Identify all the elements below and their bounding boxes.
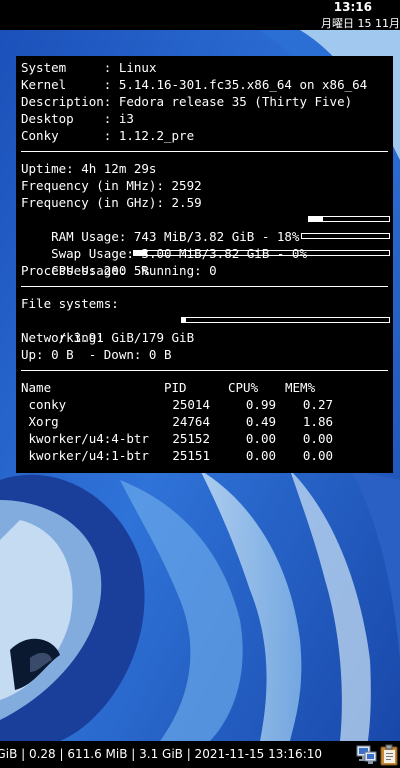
process-pid: 25014 — [172, 397, 210, 412]
frequency-mhz-row: Frequency (in MHz): 2592 — [21, 178, 202, 193]
uptime-row: Uptime: 4h 12m 29s — [21, 161, 157, 176]
process-cpu: 0.49 — [245, 414, 276, 429]
frequency-ghz-row: Frequency (in GHz): 2.59 — [21, 195, 202, 210]
cpu-usage-bar — [133, 250, 390, 256]
header-mem: MEM% — [285, 380, 316, 395]
clock-date: 月曜日 15 11月 — [321, 17, 400, 30]
kernel-value: 5.14.16-301.fc35.x86_64 on x86_64 — [118, 77, 368, 92]
ram-usage-bar — [308, 216, 390, 222]
status-bar: 3.6 GiB | 0.28 | 611.6 MiB | 3.1 GiB | 2… — [0, 741, 400, 768]
desktop-row: Desktop : i3 — [21, 110, 393, 127]
kernel-key: Kernel : — [21, 77, 119, 92]
divider — [21, 370, 388, 371]
process-pid: 25152 — [172, 431, 210, 446]
cpu-usage-row: CPU Usage: 5% — [21, 245, 393, 278]
description-value: Fedora release 35 (Thirty Five) — [118, 94, 353, 109]
description-row: Description: Fedora release 35 (Thirty F… — [21, 93, 393, 110]
filesystem-root-row: / 3.91 GiB/179 GiB — [21, 312, 393, 345]
top-bar: 13:16 月曜日 15 11月 — [0, 0, 400, 30]
filesystem-root-fill — [182, 318, 187, 322]
header-cpu: CPU% — [228, 380, 259, 395]
system-tray — [354, 744, 400, 766]
conky-version-key: Conky : — [21, 128, 119, 143]
conky-version-row: Conky : 1.12.2_pre — [21, 127, 393, 144]
system-value: Linux — [118, 60, 157, 75]
clipboard-icon[interactable] — [378, 744, 400, 766]
desktop-value: i3 — [118, 111, 134, 126]
processes-row: Processes: 200 Running: 0 — [21, 263, 217, 278]
ram-usage-fill — [309, 217, 324, 221]
process-row: kworker/u4:4-btr 25152 0.00 0.00 — [21, 430, 393, 447]
process-cpu: 0.00 — [245, 431, 276, 446]
process-pid: 24764 — [172, 414, 210, 429]
process-name: Xorg — [21, 414, 59, 429]
process-mem: 0.00 — [302, 431, 333, 446]
swap-usage-row: Swap Usage: 3.00 MiB/3.82 GiB - 0% — [21, 228, 393, 261]
kernel-row: Kernel : 5.14.16-301.fc35.x86_64 on x86_… — [21, 76, 393, 93]
description-key: Description: — [21, 94, 119, 109]
system-row: System : Linux — [21, 59, 393, 76]
divider — [21, 151, 388, 152]
divider — [21, 286, 388, 287]
process-cpu: 0.99 — [245, 397, 276, 412]
network-speed-row: Up: 0 B - Down: 0 B — [21, 347, 172, 362]
filesystem-root-bar — [181, 317, 390, 323]
process-name: kworker/u4:1-btr — [21, 448, 149, 463]
process-row: conky 25014 0.99 0.27 — [21, 396, 393, 413]
process-mem: 1.86 — [302, 414, 333, 429]
system-key: System : — [21, 60, 119, 75]
process-cpu: 0.00 — [245, 448, 276, 463]
process-mem: 0.00 — [302, 448, 333, 463]
process-name: kworker/u4:4-btr — [21, 431, 149, 446]
desktop-key: Desktop : — [21, 111, 119, 126]
file-systems-title: File systems: — [21, 296, 119, 311]
network-icon[interactable] — [356, 744, 378, 766]
ram-usage-row: RAM Usage: 743 MiB/3.82 GiB - 18% — [21, 211, 393, 244]
process-row: kworker/u4:1-btr 25151 0.00 0.00 — [21, 447, 393, 464]
process-name: conky — [21, 397, 67, 412]
clock-time: 13:16 — [333, 0, 372, 14]
header-name: Name — [21, 380, 52, 395]
status-bar-text: 3.6 GiB | 0.28 | 611.6 MiB | 3.1 GiB | 2… — [0, 747, 322, 761]
conky-version-value: 1.12.2_pre — [118, 128, 195, 143]
cpu-usage-fill — [134, 251, 147, 255]
header-pid: PID — [164, 380, 187, 395]
swap-usage-bar — [301, 233, 390, 239]
process-table-header: Name PID CPU% MEM% — [21, 379, 393, 396]
process-pid: 25151 — [172, 448, 210, 463]
process-mem: 0.27 — [302, 397, 333, 412]
networking-title: Networking: — [21, 330, 104, 345]
conky-panel: System : Linux Kernel : 5.14.16-301.fc35… — [16, 56, 393, 473]
process-row: Xorg 24764 0.49 1.86 — [21, 413, 393, 430]
